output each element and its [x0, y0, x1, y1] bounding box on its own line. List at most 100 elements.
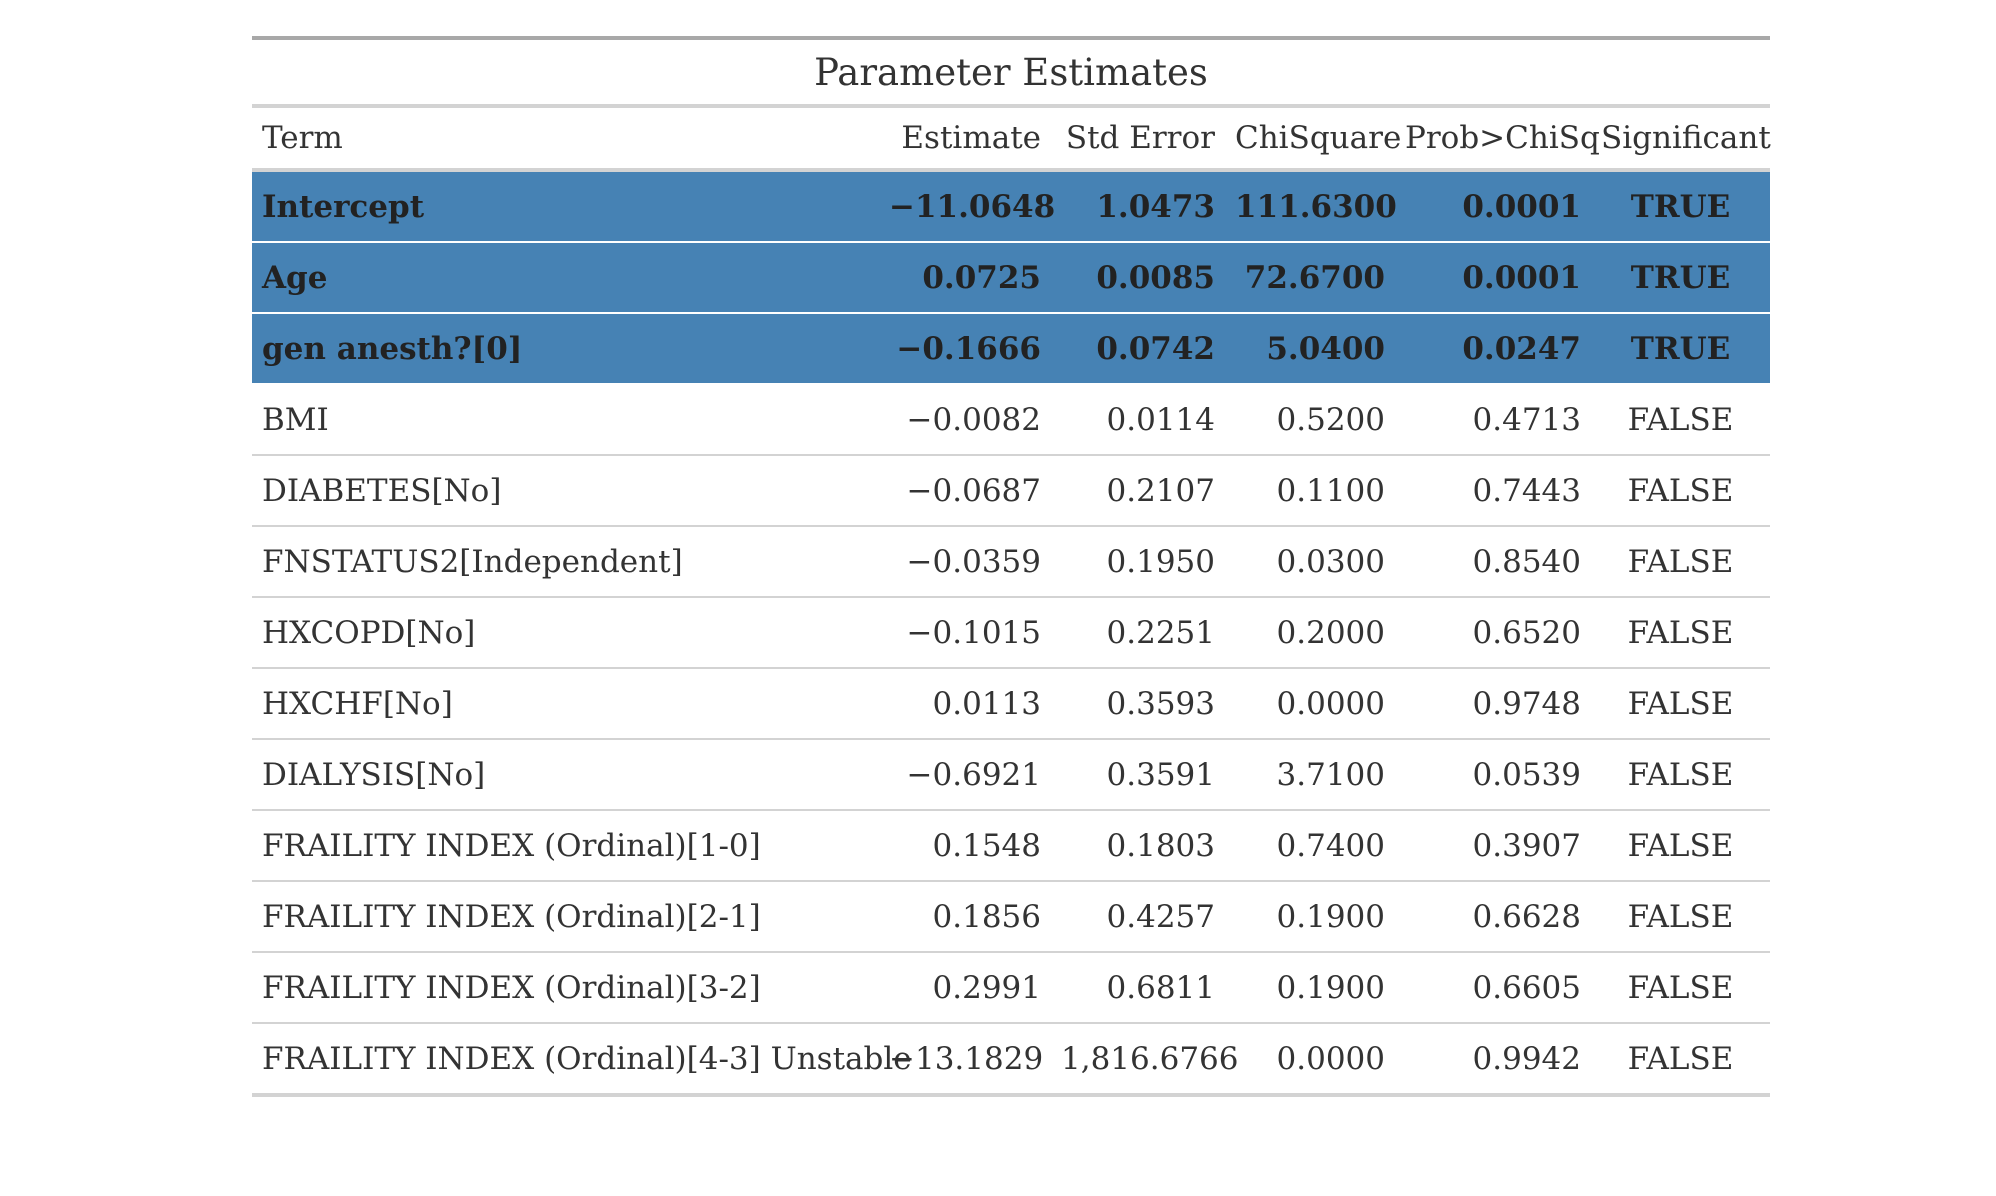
cell-significant: FALSE: [1591, 526, 1770, 598]
table-row: FNSTATUS2[Independent] −0.0359 0.1950 0.030…: [252, 526, 1770, 598]
cell-prob: 0.6628: [1395, 881, 1591, 953]
column-header-estimate: Estimate: [879, 108, 1051, 172]
table-row: HXCOPD[No] −0.1015 0.2251 0.2000 0.6520 FALSE: [252, 597, 1770, 669]
cell-std-error: 0.0742: [1051, 313, 1225, 385]
cell-chisquare: 0.5200: [1225, 384, 1395, 456]
table-row: FRAILITY INDEX (Ordinal)[3-2] 0.2991 0.681…: [252, 952, 1770, 1024]
cell-significant: FALSE: [1591, 952, 1770, 1024]
cell-chisquare: 0.0300: [1225, 526, 1395, 598]
cell-estimate: 0.2991: [879, 952, 1051, 1024]
cell-prob: 0.0001: [1395, 242, 1591, 314]
cell-term: FNSTATUS2[Independent]: [252, 526, 879, 598]
cell-prob: 0.0247: [1395, 313, 1591, 385]
table-row: Intercept −11.0648 1.0473 111.6300 0.0001 TRU…: [252, 170, 1770, 243]
cell-significant: TRUE: [1591, 170, 1770, 243]
cell-prob: 0.0539: [1395, 739, 1591, 811]
column-header-significant: Significant: [1591, 108, 1771, 172]
cell-significant: FALSE: [1591, 881, 1770, 953]
cell-prob: 0.9748: [1395, 668, 1591, 740]
cell-prob: 0.8540: [1395, 526, 1591, 598]
column-header-prob: Prob>ChiSq: [1395, 108, 1600, 172]
table-row: BMI −0.0082 0.0114 0.5200 0.4713 FALSE: [252, 384, 1770, 456]
cell-prob: 0.6520: [1395, 597, 1591, 669]
cell-std-error: 0.2107: [1051, 455, 1225, 527]
cell-estimate: 0.1548: [879, 810, 1051, 882]
cell-estimate: −13.1829: [879, 1023, 1051, 1097]
cell-prob: 0.3907: [1395, 810, 1591, 882]
cell-estimate: −0.1015: [879, 597, 1051, 669]
cell-estimate: 0.1856: [879, 881, 1051, 953]
cell-significant: FALSE: [1591, 455, 1770, 527]
cell-estimate: −11.0648: [879, 170, 1055, 243]
cell-std-error: 0.3591: [1051, 739, 1225, 811]
cell-prob: 0.0001: [1395, 170, 1591, 243]
cell-term: Intercept: [252, 170, 879, 243]
cell-term: FRAILITY INDEX (Ordinal)[2-1]: [252, 881, 879, 953]
cell-chisquare: 0.1900: [1225, 881, 1395, 953]
cell-prob: 0.4713: [1395, 384, 1591, 456]
cell-term: DIABETES[No]: [252, 455, 879, 527]
table-row: FRAILITY INDEX (Ordinal)[1-0] 0.1548 0.180…: [252, 810, 1770, 882]
table-row: Age 0.0725 0.0085 72.6700 0.0001 TRUE: [252, 242, 1770, 314]
cell-std-error: 0.2251: [1051, 597, 1225, 669]
cell-chisquare: 0.2000: [1225, 597, 1395, 669]
cell-significant: FALSE: [1591, 384, 1770, 456]
cell-estimate: 0.0113: [879, 668, 1051, 740]
cell-term: FRAILITY INDEX (Ordinal)[3-2]: [252, 952, 879, 1024]
cell-significant: FALSE: [1591, 597, 1770, 669]
table-row: DIALYSIS[No] −0.6921 0.3591 3.7100 0.0539 FAL…: [252, 739, 1770, 811]
cell-chisquare: 5.0400: [1225, 313, 1395, 385]
column-header-term: Term: [252, 108, 879, 172]
cell-estimate: −0.1666: [879, 313, 1051, 385]
cell-significant: TRUE: [1591, 313, 1770, 385]
table-row: DIABETES[No] −0.0687 0.2107 0.1100 0.7443 FAL…: [252, 455, 1770, 527]
cell-chisquare: 0.1100: [1225, 455, 1395, 527]
cell-estimate: −0.6921: [879, 739, 1051, 811]
cell-estimate: −0.0359: [879, 526, 1051, 598]
cell-estimate: 0.0725: [879, 242, 1051, 314]
cell-chisquare: 3.7100: [1225, 739, 1395, 811]
cell-chisquare: 0.1900: [1225, 952, 1395, 1024]
table-title: Parameter Estimates: [252, 40, 1770, 108]
cell-std-error: 0.0114: [1051, 384, 1225, 456]
cell-std-error: 0.3593: [1051, 668, 1225, 740]
cell-term: FRAILITY INDEX (Ordinal)[4-3] Unstable: [252, 1023, 912, 1097]
cell-std-error: 0.4257: [1051, 881, 1225, 953]
cell-std-error: 1.0473: [1051, 170, 1225, 243]
cell-chisquare: 0.7400: [1225, 810, 1395, 882]
cell-significant: FALSE: [1591, 810, 1770, 882]
cell-std-error: 0.1950: [1051, 526, 1225, 598]
cell-significant: FALSE: [1591, 668, 1770, 740]
cell-term: HXCOPD[No]: [252, 597, 879, 669]
cell-std-error: 0.1803: [1051, 810, 1225, 882]
parameter-estimates-table: Parameter Estimates Term Estimate Std Er…: [252, 36, 1771, 1097]
cell-prob: 0.6605: [1395, 952, 1591, 1024]
cell-estimate: −0.0082: [879, 384, 1051, 456]
cell-term: HXCHF[No]: [252, 668, 879, 740]
table-row: HXCHF[No] 0.0113 0.3593 0.0000 0.9748 FALSE: [252, 668, 1770, 740]
cell-chisquare: 72.6700: [1225, 242, 1395, 314]
cell-chisquare: 111.6300: [1225, 170, 1397, 243]
header-row: Term Estimate Std Error ChiSquare Prob>C…: [252, 108, 1771, 172]
estimates-grid: Term Estimate Std Error ChiSquare Prob>C…: [252, 108, 1771, 1097]
cell-prob: 0.7443: [1395, 455, 1591, 527]
cell-significant: FALSE: [1591, 1023, 1770, 1097]
cell-prob: 0.9942: [1395, 1023, 1591, 1097]
cell-chisquare: 0.0000: [1225, 1023, 1395, 1097]
table-row: FRAILITY INDEX (Ordinal)[2-1] 0.1856 0.425…: [252, 881, 1770, 953]
cell-significant: TRUE: [1591, 242, 1770, 314]
cell-chisquare: 0.0000: [1225, 668, 1395, 740]
cell-significant: FALSE: [1591, 739, 1770, 811]
cell-std-error: 0.6811: [1051, 952, 1225, 1024]
cell-std-error: 1,816.6766: [1051, 1023, 1239, 1097]
column-header-std-error: Std Error: [1051, 108, 1225, 172]
table-row: gen anesth?[0] −0.1666 0.0742 5.0400 0.0247 T…: [252, 313, 1770, 385]
cell-term: gen anesth?[0]: [252, 313, 879, 385]
table-row: FRAILITY INDEX (Ordinal)[4-3] Unstable −1…: [252, 1023, 1770, 1097]
cell-std-error: 0.0085: [1051, 242, 1225, 314]
cell-term: Age: [252, 242, 879, 314]
column-header-chisquare: ChiSquare: [1225, 108, 1401, 172]
cell-estimate: −0.0687: [879, 455, 1051, 527]
cell-term: FRAILITY INDEX (Ordinal)[1-0]: [252, 810, 879, 882]
cell-term: DIALYSIS[No]: [252, 739, 879, 811]
